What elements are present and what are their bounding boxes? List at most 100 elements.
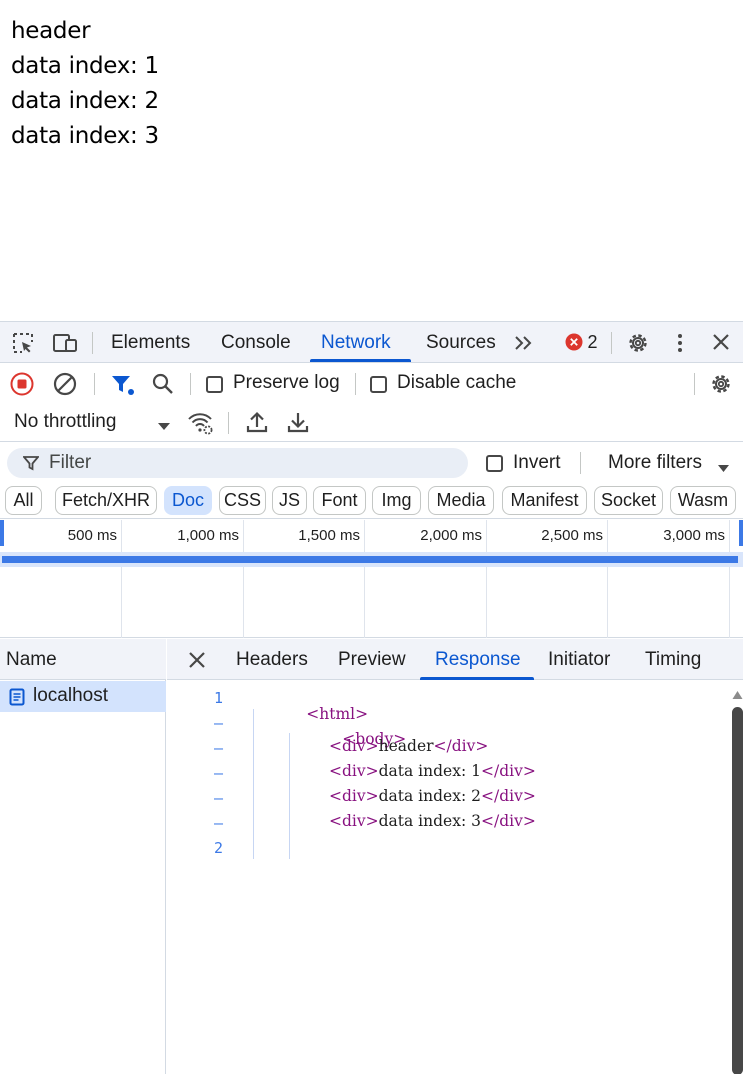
chip-css[interactable]: CSS: [219, 486, 266, 515]
chip-js[interactable]: JS: [272, 486, 307, 515]
close-detail-icon[interactable]: [187, 650, 207, 675]
code-tag: <div>: [329, 812, 379, 830]
clear-log-icon[interactable]: [53, 372, 77, 401]
timeline-left-handle[interactable]: [0, 520, 4, 546]
name-column-header[interactable]: Name: [0, 639, 166, 680]
page-content: header data index: 1 data index: 2 data …: [11, 14, 159, 154]
disable-cache-checkbox[interactable]: [370, 376, 387, 393]
code-text: data index: 2: [378, 787, 481, 805]
fold-marker: –: [213, 739, 223, 757]
line-number: 2: [213, 839, 223, 857]
toolbar-separator: [694, 373, 695, 395]
filter-input[interactable]: Filter: [7, 448, 468, 478]
filter-separator: [580, 452, 581, 474]
import-har-icon[interactable]: [245, 410, 269, 439]
code-tag: <div>: [329, 762, 379, 780]
chevron-down-icon[interactable]: [157, 418, 171, 436]
detail-tab-strip: Headers Preview Response Initiator Timin…: [167, 639, 743, 680]
request-row[interactable]: localhost: [0, 681, 166, 712]
tab-response[interactable]: Response: [435, 649, 521, 671]
chip-doc[interactable]: Doc: [164, 486, 212, 515]
code-tag: </div>: [480, 787, 536, 805]
scroll-up-arrow-icon[interactable]: [732, 687, 743, 705]
code-line: <div>data index: 1</div>: [329, 762, 536, 780]
fold-marker: –: [213, 714, 223, 732]
chip-fetch-xhr[interactable]: Fetch/XHR: [55, 486, 157, 515]
filter-bar: Filter Invert More filters: [0, 443, 743, 481]
chip-wasm[interactable]: Wasm: [670, 486, 736, 515]
chip-font[interactable]: Font: [313, 486, 366, 515]
tab-network[interactable]: Network: [321, 332, 391, 354]
request-detail-pane: Headers Preview Response Initiator Timin…: [167, 639, 743, 1074]
error-icon: [565, 333, 583, 351]
indent-guide: [253, 709, 254, 859]
name-header-label: Name: [6, 649, 57, 670]
tab-console[interactable]: Console: [221, 332, 291, 354]
page-line-header: header: [11, 18, 91, 44]
chip-img[interactable]: Img: [372, 486, 421, 515]
chip-media[interactable]: Media: [428, 486, 494, 515]
more-options-icon[interactable]: [668, 331, 692, 360]
timeline-tick-label: 1,500 ms: [298, 527, 360, 544]
timeline-overview[interactable]: 500 ms 1,000 ms 1,500 ms 2,000 ms 2,500 …: [0, 520, 743, 638]
error-count: 2: [587, 332, 598, 352]
fold-marker: –: [213, 814, 223, 832]
more-filters-dropdown[interactable]: More filters: [608, 452, 702, 474]
timeline-gridline: [243, 520, 244, 638]
export-har-icon[interactable]: [286, 410, 310, 439]
device-toolbar-icon[interactable]: [52, 331, 78, 360]
preserve-log-checkbox[interactable]: [206, 376, 223, 393]
toolbar-separator: [355, 373, 356, 395]
chip-socket[interactable]: Socket: [594, 486, 663, 515]
toolbar-separator: [228, 412, 229, 434]
network-conditions-icon[interactable]: [187, 410, 215, 441]
settings-gear-icon[interactable]: [626, 331, 650, 360]
more-tabs-icon[interactable]: [513, 333, 535, 358]
tab-strip-separator: [611, 332, 612, 354]
active-tab-indicator: [420, 677, 534, 680]
chip-manifest[interactable]: Manifest: [502, 486, 587, 515]
timeline-gridline: [121, 520, 122, 638]
code-line: <div>data index: 3</div>: [329, 812, 536, 830]
response-scrollbar[interactable]: [732, 681, 743, 1074]
inspect-element-icon[interactable]: [11, 331, 35, 360]
timeline-request-bar: [2, 556, 738, 563]
requests-list: Name localhost: [0, 639, 166, 1074]
tab-preview[interactable]: Preview: [338, 649, 406, 671]
stop-recording-icon[interactable]: [10, 372, 34, 401]
scrollbar-thumb[interactable]: [732, 707, 743, 1074]
invert-label: Invert: [513, 452, 561, 473]
resource-type-filters: All Fetch/XHR Doc CSS JS Font Img Media …: [0, 481, 743, 519]
requests-area: Name localhost Headers Preview Response …: [0, 639, 743, 1074]
search-icon[interactable]: [151, 372, 175, 401]
network-settings-gear-icon[interactable]: [709, 372, 733, 401]
response-viewer[interactable]: 1 – – – – – 2 <html> <body> <div>header<…: [167, 681, 732, 1074]
document-icon: [9, 688, 25, 711]
code-text: data index: 3: [378, 812, 481, 830]
fold-marker: –: [213, 789, 223, 807]
timeline-tick-label: 2,500 ms: [541, 527, 603, 544]
throttling-select[interactable]: No throttling: [14, 411, 116, 433]
tab-elements[interactable]: Elements: [111, 332, 190, 354]
error-count-badge[interactable]: 2: [565, 332, 597, 353]
timeline-right-handle[interactable]: [739, 520, 743, 546]
timeline-tick-label: 2,000 ms: [420, 527, 482, 544]
tab-sources[interactable]: Sources: [426, 332, 496, 354]
disable-cache-label: Disable cache: [397, 372, 517, 393]
page-line-1: data index: 1: [11, 53, 159, 79]
indent-guide: [289, 733, 290, 859]
filter-funnel-icon[interactable]: [110, 373, 136, 402]
page-line-3: data index: 3: [11, 123, 159, 149]
tab-headers[interactable]: Headers: [236, 649, 308, 671]
tab-initiator[interactable]: Initiator: [548, 649, 610, 671]
code-tag: <div>: [329, 737, 379, 755]
invert-checkbox[interactable]: [486, 455, 503, 472]
toolbar-separator: [190, 373, 191, 395]
tab-timing[interactable]: Timing: [645, 649, 701, 671]
chevron-down-icon[interactable]: [717, 460, 730, 478]
line-number: 1: [213, 689, 223, 707]
close-devtools-icon[interactable]: [710, 331, 732, 358]
fold-marker: –: [213, 764, 223, 782]
code-tag: </div>: [480, 762, 536, 780]
chip-all[interactable]: All: [5, 486, 42, 515]
